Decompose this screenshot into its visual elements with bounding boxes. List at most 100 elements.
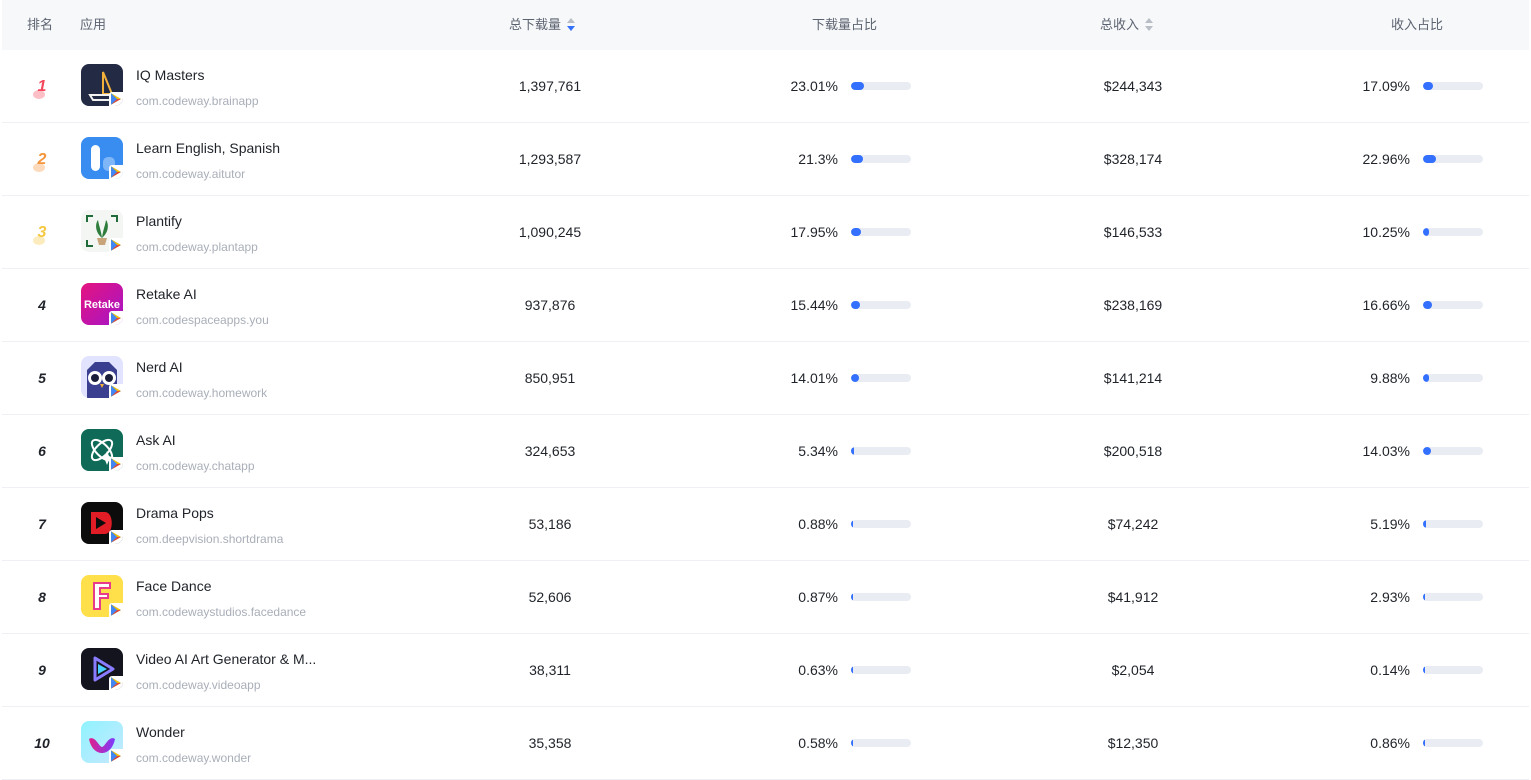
download-share-bar bbox=[851, 447, 911, 455]
revenue-share-value: 5.19% bbox=[1370, 516, 1410, 532]
revenue-share-value: 0.14% bbox=[1370, 662, 1410, 678]
header-revenue[interactable]: 总收入 bbox=[1100, 0, 1154, 50]
downloads-value: 937,876 bbox=[524, 297, 576, 313]
letter-f-app-icon[interactable] bbox=[81, 575, 123, 617]
downloads-value: 35,358 bbox=[528, 735, 572, 751]
app-package: com.codeway.brainapp bbox=[136, 94, 259, 108]
app-name[interactable]: Face Dance bbox=[136, 578, 211, 594]
sort-icon[interactable] bbox=[567, 17, 576, 32]
tutor-app-icon[interactable] bbox=[81, 137, 123, 179]
sailboat-app-icon[interactable] bbox=[81, 64, 123, 106]
rank-cell: 2 bbox=[24, 123, 60, 196]
table-body: 1 IQ Masters com.codeway.brainapp 1,397,… bbox=[2, 50, 1529, 780]
app-name[interactable]: Video AI Art Generator & M... bbox=[136, 651, 316, 667]
revenue-share-value: 14.03% bbox=[1362, 443, 1410, 459]
video-play-app-icon[interactable] bbox=[81, 648, 123, 690]
table-row-1[interactable]: 1 IQ Masters com.codeway.brainapp 1,397,… bbox=[2, 50, 1529, 123]
download-share-bar bbox=[851, 739, 911, 747]
app-package: com.deepvision.shortdrama bbox=[136, 532, 284, 546]
google-play-icon bbox=[109, 165, 123, 179]
chat-ai-app-icon[interactable] bbox=[81, 429, 123, 471]
revenue-share-bar-fill bbox=[1423, 666, 1425, 674]
app-name[interactable]: Wonder bbox=[136, 724, 185, 740]
rank-cell: 7 bbox=[38, 516, 46, 532]
revenue-value: $238,169 bbox=[1103, 297, 1163, 313]
revenue-value: $41,912 bbox=[1107, 589, 1159, 605]
header-revenue-share: 收入占比 bbox=[1391, 17, 1444, 32]
app-name[interactable]: Learn English, Spanish bbox=[136, 140, 280, 156]
app-name[interactable]: Nerd AI bbox=[136, 359, 183, 375]
revenue-share-bar bbox=[1423, 666, 1483, 674]
revenue-share-bar bbox=[1423, 593, 1483, 601]
rank-cell: 1 bbox=[24, 50, 60, 123]
download-share-bar bbox=[851, 228, 911, 236]
table-row-9[interactable]: 9 Video AI Art Generator & M... com.code… bbox=[2, 634, 1529, 707]
app-package: com.codeway.wonder bbox=[136, 751, 252, 765]
table-row-5[interactable]: 5 Nerd AI com.codeway.homework 850,951 1… bbox=[2, 342, 1529, 415]
header-downloads[interactable]: 总下载量 bbox=[509, 0, 576, 50]
table-row-10[interactable]: 10 Wonder com.codeway.wonder 35,358 0.58… bbox=[2, 707, 1529, 780]
table-row-8[interactable]: 8 Face Dance com.codewaystudios.facedanc… bbox=[2, 561, 1529, 634]
revenue-value: $244,343 bbox=[1103, 78, 1163, 94]
google-play-icon bbox=[109, 311, 123, 325]
drama-play-app-icon[interactable] bbox=[81, 502, 123, 544]
download-share-bar bbox=[851, 520, 911, 528]
revenue-share-value: 0.86% bbox=[1370, 735, 1410, 751]
revenue-value: $328,174 bbox=[1103, 151, 1163, 167]
retake-app-icon[interactable]: Retake bbox=[81, 283, 123, 325]
revenue-share-bar-fill bbox=[1423, 374, 1429, 382]
google-play-icon bbox=[109, 749, 123, 763]
google-play-icon bbox=[109, 457, 123, 471]
plant-app-icon[interactable] bbox=[81, 210, 123, 252]
revenue-share-value: 9.88% bbox=[1370, 370, 1410, 386]
rank-cell: 6 bbox=[38, 443, 46, 459]
download-share-bar-fill bbox=[851, 228, 861, 236]
download-share-bar bbox=[851, 155, 911, 163]
revenue-share-bar bbox=[1423, 739, 1483, 747]
app-package: com.codespaceapps.you bbox=[136, 313, 269, 327]
app-package: com.codeway.plantapp bbox=[136, 240, 258, 254]
app-package: com.codeway.videoapp bbox=[136, 678, 261, 692]
download-share-value: 0.63% bbox=[798, 662, 838, 678]
download-share-bar-fill bbox=[851, 666, 853, 674]
revenue-share-value: 10.25% bbox=[1362, 224, 1410, 240]
sort-icon[interactable] bbox=[1145, 17, 1154, 32]
app-name[interactable]: IQ Masters bbox=[136, 67, 204, 83]
revenue-value: $141,214 bbox=[1103, 370, 1163, 386]
downloads-value: 1,090,245 bbox=[518, 224, 582, 240]
download-share-value: 21.3% bbox=[798, 151, 838, 167]
download-share-bar-fill bbox=[851, 374, 859, 382]
download-share-bar-fill bbox=[851, 82, 864, 90]
download-share-value: 14.01% bbox=[790, 370, 838, 386]
google-play-icon bbox=[109, 384, 123, 398]
downloads-value: 324,653 bbox=[524, 443, 576, 459]
app-name[interactable]: Drama Pops bbox=[136, 505, 214, 521]
table-row-3[interactable]: 3 Plantify com.codeway.plantapp 1,090,24… bbox=[2, 196, 1529, 269]
app-name[interactable]: Ask AI bbox=[136, 432, 176, 448]
google-play-icon bbox=[109, 92, 123, 106]
app-ranking-table: 排名 应用 总下载量 下载量占比 总收入 收入占比 1 IQ Masters c… bbox=[2, 0, 1529, 780]
table-row-6[interactable]: 6 Ask AI com.codeway.chatapp 324,653 5.3… bbox=[2, 415, 1529, 488]
download-share-value: 17.95% bbox=[790, 224, 838, 240]
owl-app-icon[interactable] bbox=[81, 356, 123, 398]
table-row-7[interactable]: 7 Drama Pops com.deepvision.shortdrama 5… bbox=[2, 488, 1529, 561]
app-package: com.codeway.chatapp bbox=[136, 459, 255, 473]
google-play-icon bbox=[109, 238, 123, 252]
revenue-share-bar-fill bbox=[1423, 447, 1431, 455]
header-download-share: 下载量占比 bbox=[812, 17, 878, 32]
table-row-2[interactable]: 2 Learn English, Spanish com.codeway.ait… bbox=[2, 123, 1529, 196]
table-row-4[interactable]: 4 Retake Retake AI com.codespaceapps.you… bbox=[2, 269, 1529, 342]
revenue-value: $12,350 bbox=[1107, 735, 1159, 751]
download-share-bar bbox=[851, 374, 911, 382]
app-name[interactable]: Plantify bbox=[136, 213, 182, 229]
revenue-value: $74,242 bbox=[1107, 516, 1159, 532]
table-header: 排名 应用 总下载量 下载量占比 总收入 收入占比 bbox=[2, 0, 1529, 50]
download-share-bar bbox=[851, 82, 911, 90]
app-name[interactable]: Retake AI bbox=[136, 286, 197, 302]
wonder-app-icon[interactable] bbox=[81, 721, 123, 763]
downloads-value: 1,397,761 bbox=[518, 78, 582, 94]
rank-cell: 3 bbox=[24, 196, 60, 269]
header-rank: 排名 bbox=[27, 17, 54, 32]
download-share-value: 0.87% bbox=[798, 589, 838, 605]
app-package: com.codeway.aitutor bbox=[136, 167, 246, 181]
